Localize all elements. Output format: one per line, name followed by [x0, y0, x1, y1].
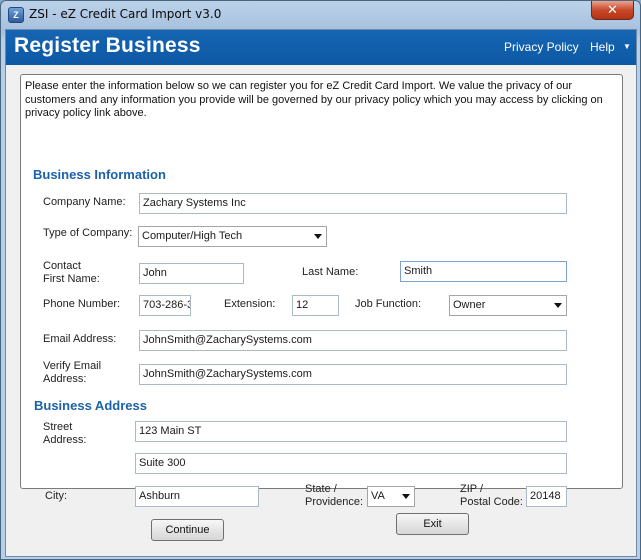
exit-button[interactable]: Exit [396, 513, 469, 535]
intro-text: Please enter the information below so we… [25, 80, 603, 119]
state-label: State / Providence: [305, 483, 363, 509]
extension-input[interactable]: 12 [292, 295, 339, 316]
street-address-label: Street Address: [43, 421, 86, 447]
state-label-line1: State / [305, 483, 337, 495]
contact-label-line1: Contact [43, 260, 81, 272]
client-area: Register Business Privacy Policy Help ▼ … [5, 29, 637, 557]
close-icon: ✕ [607, 2, 618, 17]
zip-label: ZIP / Postal Code: [460, 483, 523, 509]
company-type-select[interactable]: Computer/High Tech [138, 226, 327, 247]
help-menu[interactable]: Help [590, 40, 615, 54]
business-address-heading: Business Address [34, 398, 147, 413]
job-function-label: Job Function: [355, 298, 422, 310]
job-function-value: Owner [453, 299, 486, 311]
zip-label-line2: Postal Code: [460, 496, 523, 508]
title-bar[interactable]: Z ZSI - eZ Credit Card Import v3.0 ✕ [1, 1, 640, 29]
chevron-down-icon[interactable]: ▼ [623, 42, 631, 51]
company-type-value: Computer/High Tech [142, 230, 243, 242]
street-label-line1: Street [43, 421, 73, 433]
street-label-line2: Address: [43, 434, 87, 446]
street-address-line2-input[interactable]: Suite 300 [135, 453, 567, 474]
email-address-label: Email Address: [43, 333, 117, 345]
app-window: Z ZSI - eZ Credit Card Import v3.0 ✕ Reg… [0, 0, 641, 560]
company-name-label: Company Name: [43, 196, 126, 208]
registration-panel: Please enter the information below so we… [20, 74, 623, 508]
window-title: ZSI - eZ Credit Card Import v3.0 [29, 7, 222, 21]
city-label: City: [45, 490, 67, 502]
chevron-down-icon [554, 303, 562, 308]
state-value: VA [371, 490, 385, 502]
business-information-heading: Business Information [33, 167, 166, 182]
privacy-policy-link[interactable]: Privacy Policy [504, 40, 579, 54]
state-label-line2: Providence: [305, 496, 364, 508]
zip-label-line1: ZIP / [460, 483, 484, 495]
continue-button[interactable]: Continue [151, 519, 224, 541]
company-name-input[interactable]: Zachary Systems Inc [139, 193, 567, 214]
last-name-label: Last Name: [302, 266, 359, 278]
close-button[interactable]: ✕ [591, 1, 634, 20]
verify-email-input[interactable]: JohnSmith@ZacharySystems.com [139, 364, 567, 385]
chevron-down-icon [314, 234, 322, 239]
last-name-input[interactable]: Smith [400, 261, 567, 282]
contact-first-name-label: Contact First Name: [43, 260, 100, 286]
app-icon: Z [8, 7, 24, 23]
phone-number-input[interactable]: 703-286-3 [139, 295, 191, 316]
verify-email-label: Verify Email Address: [43, 360, 101, 386]
verify-email-label-line1: Verify Email [43, 360, 102, 372]
company-type-label: Type of Company: [43, 227, 133, 239]
first-name-input[interactable]: John [139, 263, 244, 284]
state-select[interactable]: VA [367, 486, 415, 507]
extension-label: Extension: [224, 298, 276, 310]
verify-email-label-line2: Address: [43, 373, 87, 385]
city-input[interactable]: Ashburn [135, 486, 259, 507]
contact-label-line2: First Name: [43, 273, 100, 285]
zip-input[interactable]: 20148 [526, 486, 567, 507]
chevron-down-icon [402, 494, 410, 499]
phone-number-label: Phone Number: [43, 298, 121, 310]
page-title: Register Business [14, 34, 201, 57]
job-function-select[interactable]: Owner [449, 295, 567, 316]
email-address-input[interactable]: JohnSmith@ZacharySystems.com [139, 330, 567, 351]
street-address-line1-input[interactable]: 123 Main ST [135, 421, 567, 442]
header-bar: Register Business Privacy Policy Help ▼ [6, 30, 636, 65]
